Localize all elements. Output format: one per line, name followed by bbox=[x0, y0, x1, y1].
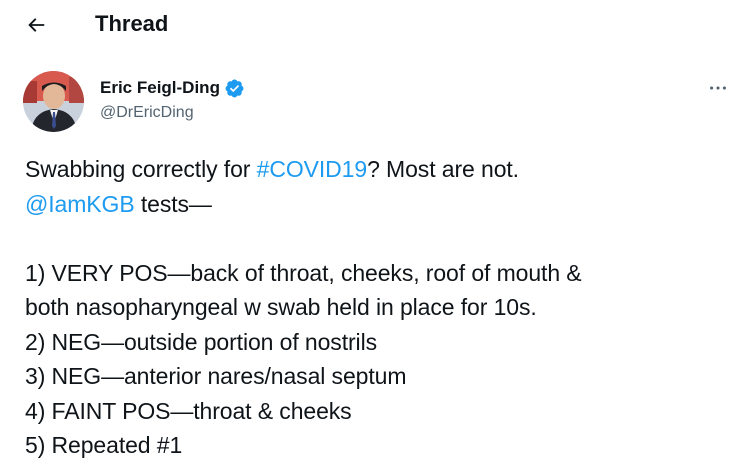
tweet-line-6: 3) NEG—anterior nares/nasal septum bbox=[25, 363, 407, 389]
tweet-line-4: both nasopharyngeal w swab held in place… bbox=[25, 294, 537, 320]
tweet-text-segment: ? Most are not. bbox=[367, 156, 519, 182]
tweet-line-1: Swabbing correctly for #COVID19? Most ar… bbox=[25, 152, 740, 187]
more-options-button[interactable] bbox=[701, 76, 735, 100]
author-handle[interactable]: @DrEricDing bbox=[100, 103, 194, 123]
more-horizontal-icon bbox=[710, 86, 726, 90]
tweet-line-8: 5) Repeated #1 bbox=[25, 432, 183, 458]
tweet-line-5: 2) NEG—outside portion of nostrils bbox=[25, 328, 377, 355]
mention-link[interactable]: @IamKGB bbox=[25, 191, 135, 217]
author-name-text: Eric Feigl-Ding bbox=[100, 78, 220, 97]
tweet-line-2: @IamKGB tests— bbox=[25, 187, 740, 222]
author-avatar[interactable] bbox=[23, 71, 84, 132]
back-button[interactable] bbox=[18, 7, 54, 43]
tweet-line-3: 1) VERY POS—back of throat, cheeks, roof… bbox=[25, 259, 582, 286]
tweet-text-segment: Swabbing correctly for bbox=[25, 156, 257, 182]
tweet-line-7: 4) FAINT POS—throat & cheeks bbox=[25, 397, 352, 424]
thread-header: Thread bbox=[0, 0, 749, 50]
tweet-text-segment: tests— bbox=[134, 190, 212, 217]
hashtag-link[interactable]: #COVID19 bbox=[257, 156, 368, 182]
page-title: Thread bbox=[95, 11, 169, 36]
avatar-image bbox=[23, 71, 84, 132]
arrow-left-icon bbox=[28, 18, 45, 32]
verified-badge-icon bbox=[225, 79, 244, 97]
author-name[interactable]: Eric Feigl-Ding bbox=[100, 77, 245, 99]
tweet-text: Swabbing correctly for #COVID19? Most ar… bbox=[25, 152, 740, 463]
